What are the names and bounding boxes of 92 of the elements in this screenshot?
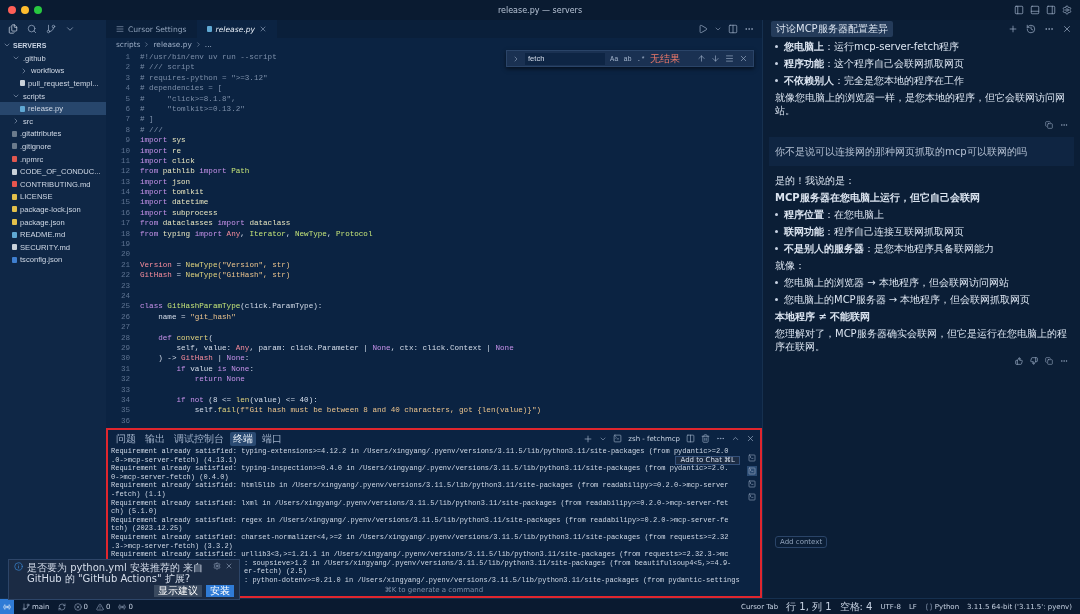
window-title: release.py — servers <box>497 5 583 15</box>
terminal-session[interactable] <box>747 466 757 476</box>
panel-left-icon[interactable] <box>1014 5 1024 15</box>
arrow-down-icon[interactable] <box>711 54 720 63</box>
add-icon[interactable] <box>1008 24 1018 34</box>
status-item[interactable]: 空格: 4 <box>839 599 873 614</box>
sync-icon[interactable] <box>57 602 66 611</box>
bullet-icon <box>775 247 778 250</box>
bullet-icon <box>775 62 778 65</box>
panel-tab[interactable]: 端口 <box>259 431 285 446</box>
close-icon[interactable] <box>1062 24 1072 34</box>
panel-right-icon[interactable] <box>1046 5 1056 15</box>
notification-text: 是否要为 python.yml 安装推荐的 来自 GitHub 的 "GitHub Actions" 扩展? <box>27 562 205 584</box>
terminal-session[interactable] <box>747 492 757 502</box>
terminal-icon[interactable] <box>613 434 623 443</box>
error-icon[interactable] <box>73 602 82 611</box>
status-item[interactable]: 行 1, 列 1 <box>786 599 832 614</box>
show-suggestions-button[interactable]: 显示建议 <box>154 585 202 597</box>
thumbs-down-icon[interactable] <box>1030 357 1038 365</box>
list-item: 您电脑上的MCP服务器 → 本地程序，但会联网抓取网页 <box>784 293 1031 306</box>
chevron-icon <box>194 40 202 48</box>
remote-icon <box>3 602 11 611</box>
close-icon[interactable] <box>259 25 268 33</box>
list-item: 不依赖别人：完全是您本地的程序在工作 <box>784 74 964 87</box>
list-item: 程序功能：这个程序自己会联网抓取网页 <box>784 57 964 70</box>
copy-icon[interactable] <box>1045 121 1053 129</box>
chevron-icon <box>143 40 151 48</box>
split-editor-icon[interactable] <box>728 24 738 34</box>
branch-icon[interactable] <box>22 602 30 611</box>
chevron-icon[interactable] <box>12 117 20 126</box>
info-icon <box>14 562 23 571</box>
paragraph: MCP服务器在您电脑上运行，但它自己会联网 <box>775 191 980 204</box>
panel-tab[interactable]: 输出 <box>142 431 168 446</box>
minimize-button[interactable] <box>21 6 29 14</box>
search-icon[interactable] <box>27 24 37 34</box>
panel-tab[interactable]: 调试控制台 <box>171 431 227 446</box>
chevron-icon[interactable] <box>512 54 520 63</box>
close-icon[interactable] <box>746 434 755 443</box>
list-icon[interactable] <box>725 54 734 63</box>
paragraph: 你不是说可以连接网的那种网页抓取的mcp可以联网的吗 <box>775 145 1027 158</box>
chevron-icon[interactable] <box>714 25 722 33</box>
more-icon[interactable] <box>716 434 725 443</box>
copy-icon[interactable] <box>1045 357 1053 365</box>
panel-bottom-icon[interactable] <box>1030 5 1040 15</box>
python-file-icon <box>206 26 212 32</box>
split-icon[interactable] <box>686 434 695 443</box>
panel-tab[interactable]: 问题 <box>113 431 139 446</box>
no-results-text: 无结果 <box>650 52 681 66</box>
arrow-up-icon[interactable] <box>697 54 706 63</box>
paragraph: 本地程序 ≠ 不能联网 <box>775 310 871 323</box>
settings-icon[interactable] <box>1062 5 1072 15</box>
chat-title[interactable]: 讨论MCP服务器配置差异 <box>771 21 893 37</box>
history-icon[interactable] <box>1026 24 1036 34</box>
more-icon[interactable] <box>1060 121 1068 129</box>
chevron-icon[interactable] <box>65 24 75 34</box>
close-icon[interactable] <box>739 54 748 63</box>
files-icon[interactable] <box>8 24 18 34</box>
terminal-session[interactable] <box>747 453 757 463</box>
paragraph: 就像： <box>775 259 805 272</box>
bullet-icon <box>775 230 778 233</box>
braces-icon[interactable] <box>924 602 933 611</box>
terminal-session[interactable] <box>747 479 757 489</box>
panel-tab[interactable]: 终端 <box>230 431 256 446</box>
thumbs-up-icon[interactable] <box>1015 357 1023 365</box>
run-icon[interactable] <box>698 24 708 34</box>
paragraph: 就像您电脑上的浏览器一样，是您本地的程序，但它会联网访问网站。 <box>775 91 1066 117</box>
ports-icon[interactable] <box>118 602 127 611</box>
bullet-icon <box>775 281 778 284</box>
more-icon[interactable] <box>1060 357 1068 365</box>
list-item: 程序位置：在您电脑上 <box>784 208 884 221</box>
list-item: 您电脑上：运行mcp-server-fetch程序 <box>784 40 960 53</box>
add-icon[interactable] <box>583 433 594 444</box>
branch-icon[interactable] <box>46 24 56 34</box>
maximize-button[interactable] <box>34 6 42 14</box>
bullet-icon <box>775 213 778 216</box>
settings-icon[interactable] <box>213 562 221 570</box>
chevron-up-icon[interactable] <box>731 434 740 443</box>
bullet-icon <box>775 298 778 301</box>
list-item: 您电脑上的浏览器 → 本地程序，但会联网访问网站 <box>784 276 1009 289</box>
list-item: 不是别人的服务器：是您本地程序具备联网能力 <box>784 242 994 255</box>
remote-button[interactable] <box>0 598 14 614</box>
close-button[interactable] <box>8 6 16 14</box>
bullet-icon <box>775 45 778 48</box>
trash-icon[interactable] <box>701 434 710 443</box>
install-button[interactable]: 安装 <box>206 585 234 597</box>
warning-icon[interactable] <box>95 602 104 611</box>
list-item: 联网功能：程序自己连接互联网抓取网页 <box>784 225 964 238</box>
paragraph: 您理解对了，MCP服务器确实会联网，但它是运行在您电脑上的程序在联网。 <box>775 327 1068 353</box>
settings-lines-icon[interactable] <box>116 25 124 33</box>
close-icon[interactable] <box>225 562 233 570</box>
bullet-icon <box>775 79 778 82</box>
paragraph: 是的！我说的是： <box>775 174 855 187</box>
